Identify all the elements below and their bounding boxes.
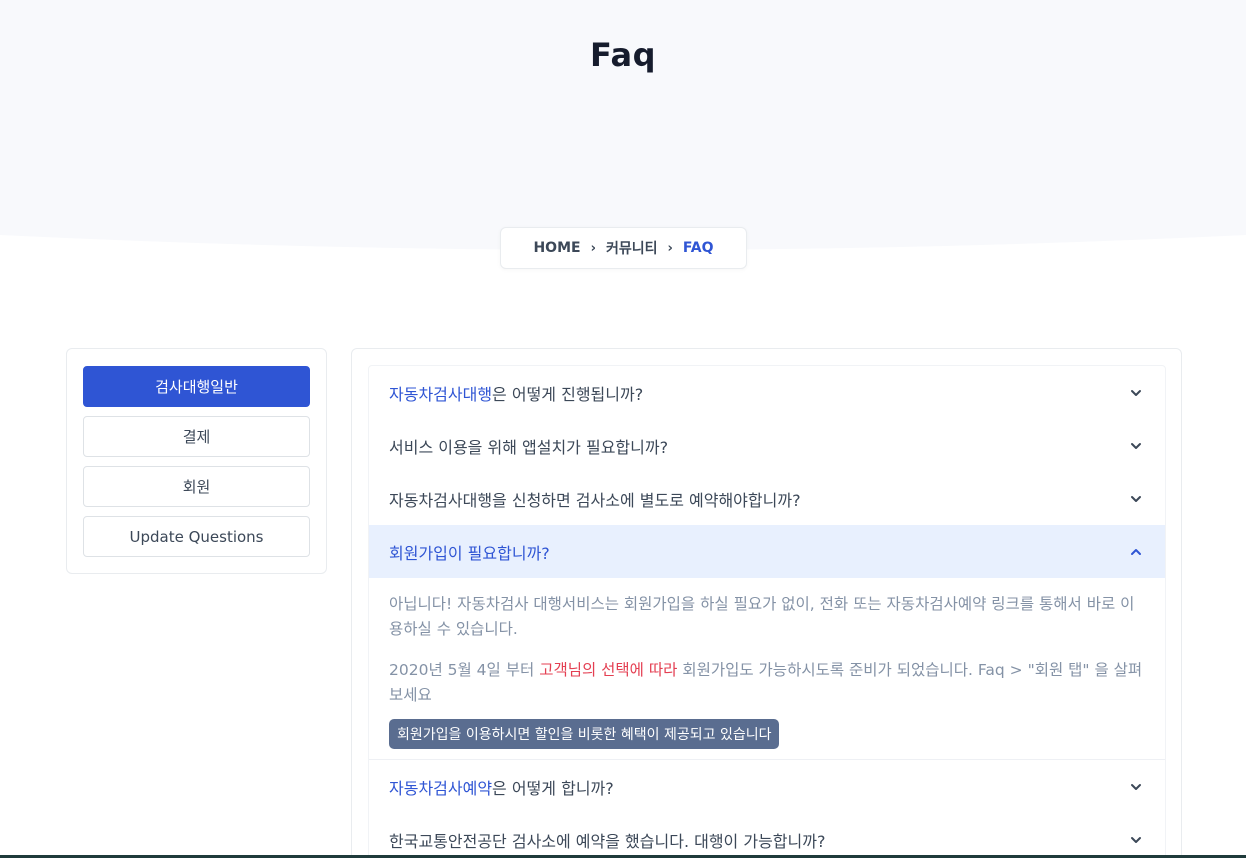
breadcrumb: HOME › 커뮤니티 › FAQ [500, 227, 747, 269]
question-highlight: 자동차검사예약 [389, 778, 493, 798]
question-text: 은 어떻게 합니까? [492, 778, 614, 798]
faq-accordion: 자동차검사대행은 어떻게 진행됩니까? 서비스 이용을 위해 앱설치가 필요합니… [368, 365, 1166, 858]
question-highlight: 자동차검사대행 [389, 384, 493, 404]
category-update-questions[interactable]: Update Questions [83, 516, 310, 557]
breadcrumb-community[interactable]: 커뮤니티 [606, 238, 658, 258]
question-text: 한국교통안전공단 검사소에 예약을 했습니다. 대행이 가능합니까? [389, 831, 826, 851]
faq-category-sidebar: 검사대행일반 결제 회원 Update Questions [66, 348, 327, 574]
faq-question-3[interactable]: 자동차검사대행을 신청하면 검사소에 별도로 예약해야합니까? [369, 472, 1165, 525]
breadcrumb-current: FAQ [682, 240, 714, 256]
chevron-down-icon [1131, 442, 1141, 449]
category-inspection-general[interactable]: 검사대행일반 [83, 366, 310, 407]
chevron-down-icon [1131, 389, 1141, 396]
faq-question-1[interactable]: 자동차검사대행은 어떻게 진행됩니까? [369, 366, 1165, 419]
chevron-right-icon: › [590, 240, 596, 256]
faq-question-5[interactable]: 자동차검사예약은 어떻게 합니까? [369, 760, 1165, 813]
question-text: 회원가입이 필요합니까? [389, 543, 550, 563]
chevron-up-icon [1131, 548, 1141, 555]
chevron-down-icon [1131, 495, 1141, 502]
faq-panel: 자동차검사대행은 어떻게 진행됩니까? 서비스 이용을 위해 앱설치가 필요합니… [351, 348, 1182, 858]
chevron-right-icon: › [667, 240, 673, 256]
faq-answer-4: 아닙니다! 자동차검사 대행서비스는 회원가입을 하실 필요가 없이, 전화 또… [369, 578, 1165, 760]
category-member[interactable]: 회원 [83, 466, 310, 507]
faq-question-2[interactable]: 서비스 이용을 위해 앱설치가 필요합니까? [369, 419, 1165, 472]
answer-paragraph: 2020년 5월 4일 부터 고객님의 선택에 따라 회원가입도 가능하시도록 … [389, 658, 1145, 708]
page-title: Faq [590, 36, 656, 74]
category-payment[interactable]: 결제 [83, 416, 310, 457]
answer-text: 2020년 5월 4일 부터 [389, 661, 540, 679]
question-text: 자동차검사대행을 신청하면 검사소에 별도로 예약해야합니까? [389, 490, 801, 510]
benefit-badge: 회원가입을 이용하시면 할인을 비롯한 혜택이 제공되고 있습니다 [389, 719, 780, 749]
faq-question-4[interactable]: 회원가입이 필요합니까? [369, 525, 1165, 578]
question-text: 서비스 이용을 위해 앱설치가 필요합니까? [389, 437, 669, 457]
chevron-down-icon [1131, 836, 1141, 843]
answer-paragraph: 아닙니다! 자동차검사 대행서비스는 회원가입을 하실 필요가 없이, 전화 또… [389, 595, 1135, 638]
question-text: 은 어떻게 진행됩니까? [492, 384, 644, 404]
faq-question-6[interactable]: 한국교통안전공단 검사소에 예약을 했습니다. 대행이 가능합니까? [369, 813, 1165, 858]
answer-emphasis: 고객님의 선택에 따라 [539, 661, 678, 679]
chevron-down-icon [1131, 783, 1141, 790]
breadcrumb-home[interactable]: HOME [533, 240, 580, 256]
